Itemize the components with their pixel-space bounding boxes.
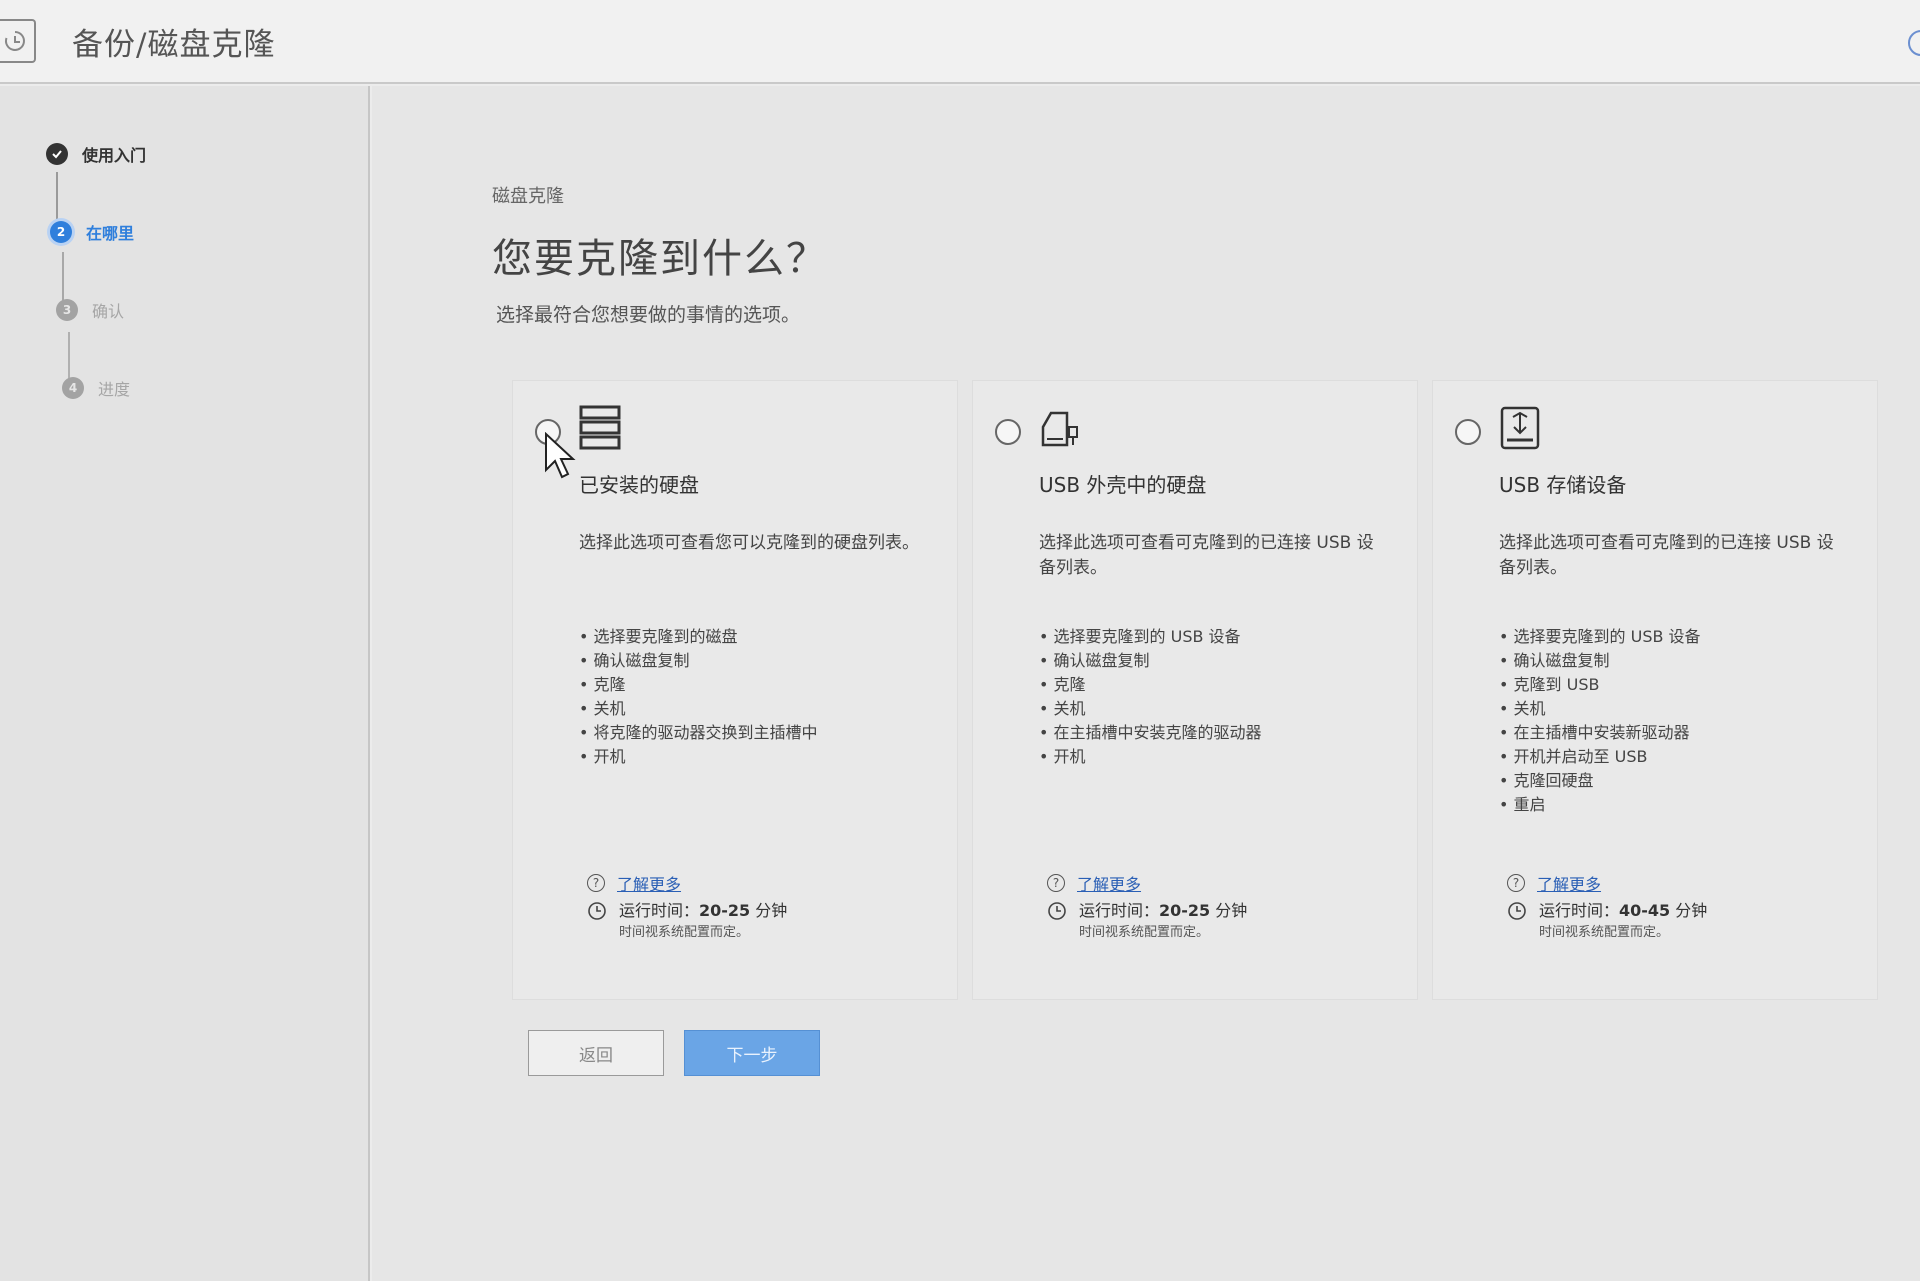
question-icon: ?: [1507, 874, 1525, 892]
runtime-value: 40-45: [1619, 901, 1671, 920]
option-radio[interactable]: [1455, 419, 1481, 445]
list-item: 确认磁盘复制: [1039, 649, 1262, 673]
runtime-label: 运行时间：: [619, 901, 700, 920]
step-number: 3: [56, 299, 78, 321]
window-title: 备份/磁盘克隆: [72, 26, 276, 63]
mouse-cursor-icon: [545, 432, 576, 479]
list-item: 开机并启动至 USB: [1499, 745, 1701, 769]
option-description: 选择此选项可查看可克隆到的已连接 USB 设备列表。: [1499, 533, 1834, 578]
option-description: 选择此选项可查看可克隆到的已连接 USB 设备列表。: [1039, 533, 1374, 578]
learn-more: ? 了解更多: [587, 871, 681, 895]
learn-more-link[interactable]: 了解更多: [1537, 871, 1601, 895]
step-label: 使用入门: [82, 146, 147, 165]
step-number: 4: [62, 377, 84, 399]
runtime-note: 时间视系统配置而定。: [1079, 925, 1210, 940]
step-label: 在哪里: [86, 224, 135, 243]
step-where[interactable]: 2 在哪里: [50, 220, 134, 244]
back-button[interactable]: 返回: [528, 1030, 664, 1076]
breadcrumb: 磁盘克隆: [492, 186, 564, 207]
learn-more: ? 了解更多: [1507, 871, 1601, 895]
clone-target-options: 已安装的硬盘 选择此选项可查看您可以克隆到的硬盘列表。 选择要克隆到的磁盘 确认…: [512, 380, 1902, 1000]
list-item: 克隆回硬盘: [1499, 769, 1701, 793]
next-button[interactable]: 下一步: [684, 1030, 820, 1076]
runtime-note: 时间视系统配置而定。: [1539, 925, 1670, 940]
list-item: 开机: [1039, 745, 1262, 769]
runtime-value: 20-25: [699, 901, 751, 920]
learn-more-link[interactable]: 了解更多: [617, 871, 681, 895]
option-steps: 选择要克隆到的 USB 设备 确认磁盘复制 克隆 关机 在主插槽中安装克隆的驱动…: [1039, 625, 1262, 769]
server-disk-icon: [579, 405, 621, 450]
list-item: 关机: [1039, 697, 1262, 721]
option-steps: 选择要克隆到的 USB 设备 确认磁盘复制 克隆到 USB 关机 在主插槽中安装…: [1499, 625, 1701, 817]
runtime-label: 运行时间：: [1539, 901, 1620, 920]
learn-more: ? 了解更多: [1047, 871, 1141, 895]
learn-more-link[interactable]: 了解更多: [1077, 871, 1141, 895]
list-item: 在主插槽中安装克隆的驱动器: [1039, 721, 1262, 745]
step-label: 确认: [92, 302, 125, 321]
step-progress: 4 进度: [62, 376, 130, 400]
option-card-usb-enclosure[interactable]: USB 外壳中的硬盘 选择此选项可查看可克隆到的已连接 USB 设备列表。 选择…: [972, 380, 1418, 1000]
main-content: 磁盘克隆 您要克隆到什么？ 选择最符合您想要做的事情的选项。 已安装的硬盘 选择…: [372, 86, 1920, 1281]
step-connector: [56, 172, 58, 220]
list-item: 将克隆的驱动器交换到主插槽中: [579, 721, 818, 745]
list-item: 重启: [1499, 793, 1701, 817]
page-title: 您要克隆到什么？: [492, 236, 828, 282]
runtime-unit: 分钟: [750, 901, 788, 920]
runtime-info: 运行时间：20-25 分钟 时间视系统配置而定。: [1047, 899, 1247, 943]
runtime-label: 运行时间：: [1079, 901, 1160, 920]
list-item: 在主插槽中安装新驱动器: [1499, 721, 1701, 745]
backup-app-icon: [0, 19, 36, 63]
runtime-info: 运行时间：40-45 分钟 时间视系统配置而定。: [1507, 899, 1707, 943]
question-icon: ?: [587, 874, 605, 892]
check-icon: [46, 143, 68, 165]
option-title: 已安装的硬盘: [579, 473, 699, 497]
step-connector: [62, 252, 64, 304]
wizard-sidebar: 使用入门 2 在哪里 3 确认 4 进度: [0, 86, 370, 1281]
option-card-installed-disk[interactable]: 已安装的硬盘 选择此选项可查看您可以克隆到的硬盘列表。 选择要克隆到的磁盘 确认…: [512, 380, 958, 1000]
step-label: 进度: [98, 380, 131, 399]
list-item: 开机: [579, 745, 818, 769]
step-get-started[interactable]: 使用入门: [46, 142, 146, 166]
list-item: 确认磁盘复制: [579, 649, 818, 673]
usb-enclosure-icon: [1041, 411, 1078, 447]
option-radio[interactable]: [995, 419, 1021, 445]
step-confirm: 3 确认: [56, 298, 124, 322]
option-title: USB 外壳中的硬盘: [1039, 473, 1207, 497]
runtime-info: 运行时间：20-25 分钟 时间视系统配置而定。: [587, 899, 787, 943]
list-item: 关机: [579, 697, 818, 721]
step-number: 2: [50, 221, 72, 243]
option-title: USB 存储设备: [1499, 473, 1627, 497]
runtime-note: 时间视系统配置而定。: [619, 925, 750, 940]
clock-icon: [1508, 902, 1526, 920]
list-item: 关机: [1499, 697, 1701, 721]
title-bar: 备份/磁盘克隆: [0, 0, 1920, 84]
option-steps: 选择要克隆到的磁盘 确认磁盘复制 克隆 关机 将克隆的驱动器交换到主插槽中 开机: [579, 625, 818, 769]
runtime-unit: 分钟: [1210, 901, 1248, 920]
runtime-value: 20-25: [1159, 901, 1211, 920]
option-description: 选择此选项可查看您可以克隆到的硬盘列表。: [579, 533, 919, 553]
runtime-unit: 分钟: [1670, 901, 1708, 920]
help-icon[interactable]: [1908, 30, 1920, 56]
clock-icon: [1048, 902, 1066, 920]
list-item: 克隆: [1039, 673, 1262, 697]
list-item: 选择要克隆到的磁盘: [579, 625, 818, 649]
list-item: 克隆到 USB: [1499, 673, 1701, 697]
clock-icon: [588, 902, 606, 920]
list-item: 确认磁盘复制: [1499, 649, 1701, 673]
question-icon: ?: [1047, 874, 1065, 892]
page-subtitle: 选择最符合您想要做的事情的选项。: [496, 304, 801, 326]
usb-storage-icon: [1500, 406, 1540, 450]
list-item: 选择要克隆到的 USB 设备: [1039, 625, 1262, 649]
list-item: 选择要克隆到的 USB 设备: [1499, 625, 1701, 649]
list-item: 克隆: [579, 673, 818, 697]
option-card-usb-storage[interactable]: USB 存储设备 选择此选项可查看可克隆到的已连接 USB 设备列表。 选择要克…: [1432, 380, 1878, 1000]
